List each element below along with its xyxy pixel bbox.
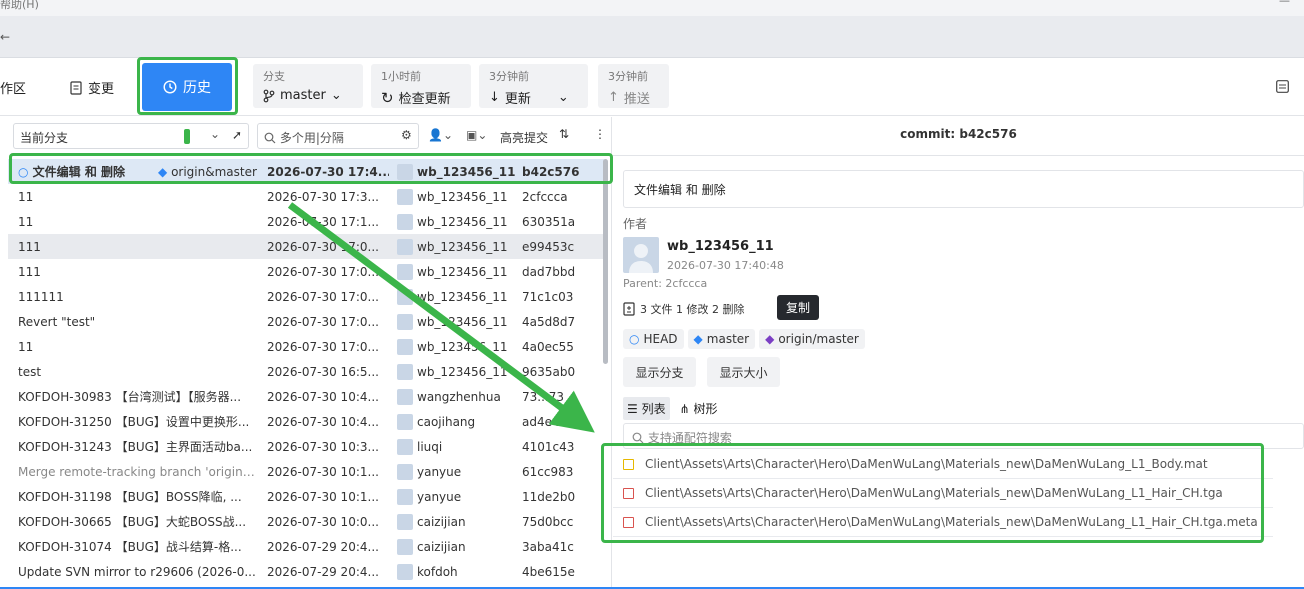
annotation-arrow (287, 202, 595, 433)
